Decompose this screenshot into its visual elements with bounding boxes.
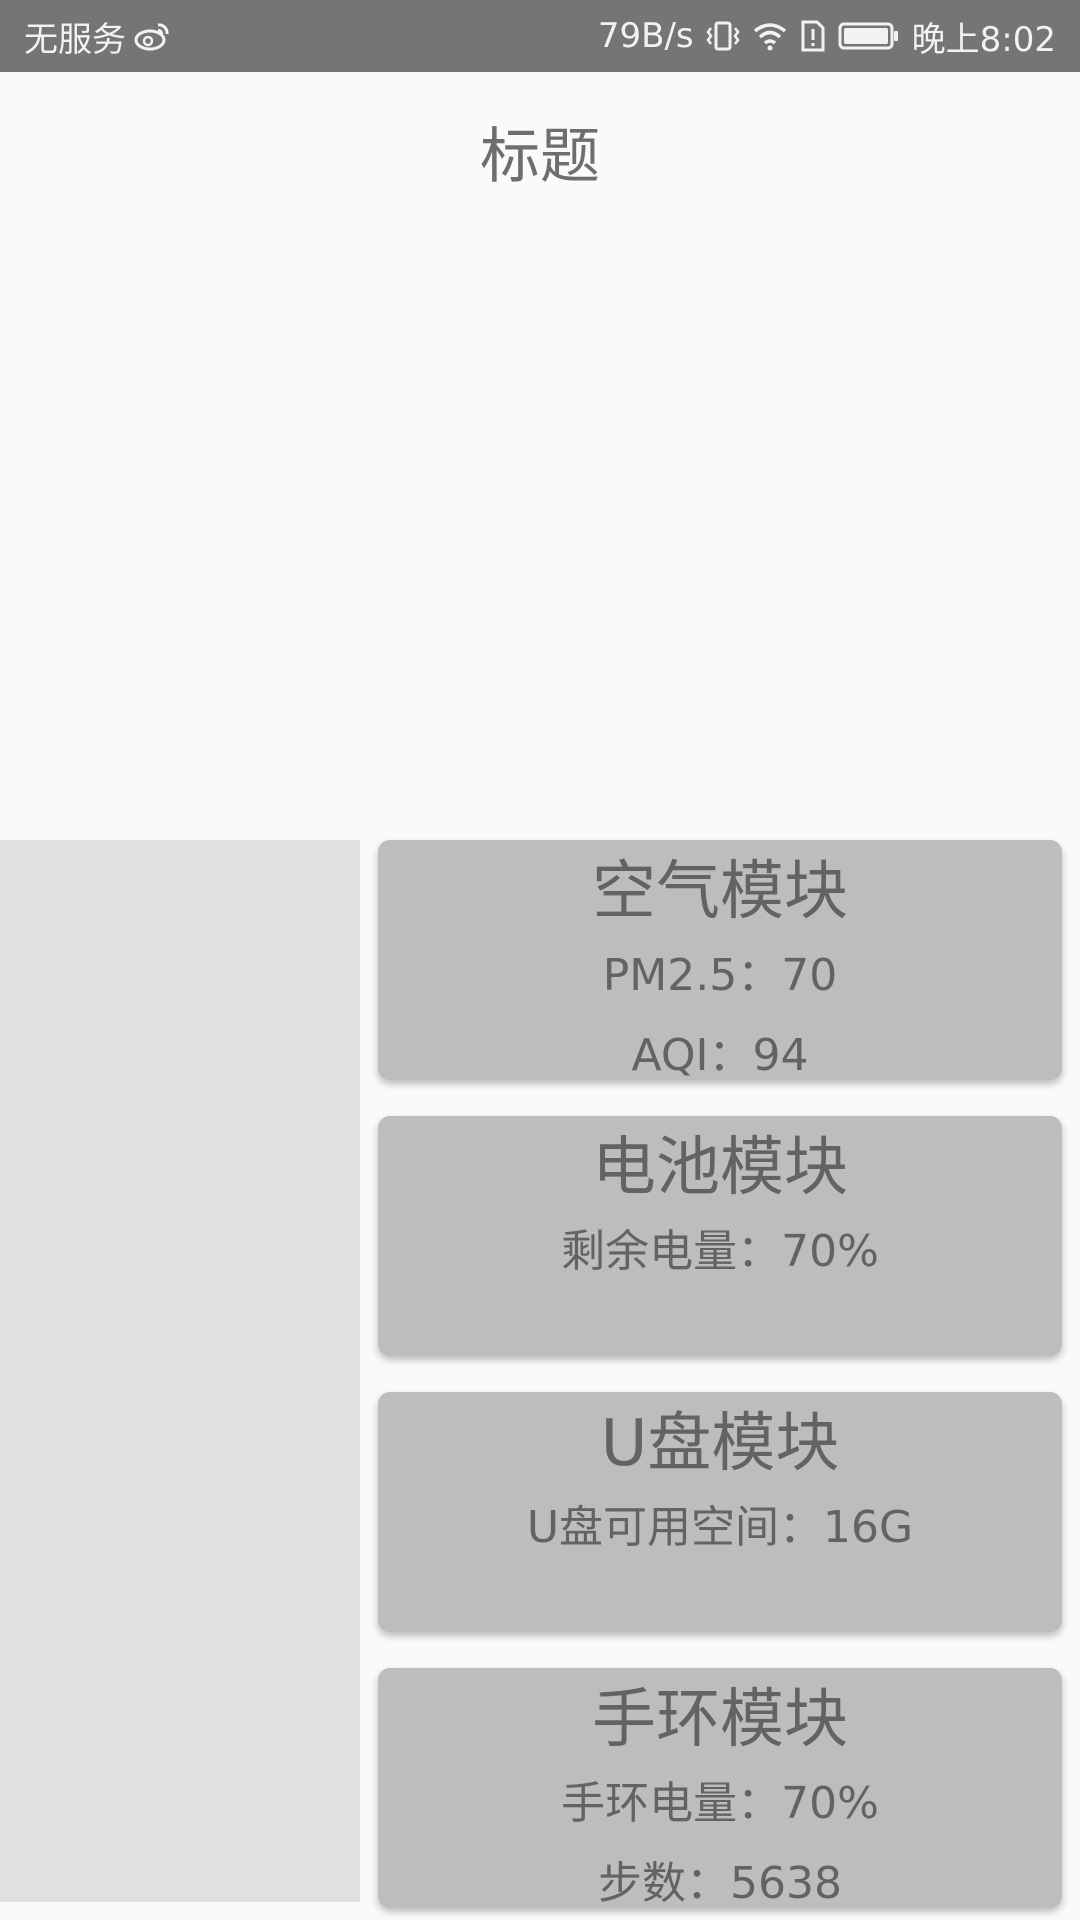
card-title: 手环模块 <box>592 1683 848 1757</box>
usb-free-space-value: U盘可用空间：16G <box>526 1502 914 1553</box>
carrier-text: 无服务 <box>24 19 126 60</box>
remaining-battery-value: 剩余电量：70% <box>561 1226 879 1277</box>
battery-icon <box>838 21 900 51</box>
card-title: 空气模块 <box>592 855 848 929</box>
usb-module-card[interactable]: U盘模块 U盘可用空间：16G <box>378 1392 1062 1632</box>
side-panel <box>0 840 360 1902</box>
air-module-card[interactable]: 空气模块 PM2.5：70 AQI：94 <box>378 840 1062 1080</box>
page-title: 标题 <box>480 122 600 192</box>
aqi-value: AQI：94 <box>631 1030 809 1080</box>
weibo-icon <box>134 21 170 51</box>
network-speed-text: 79B/s <box>597 16 694 56</box>
pm25-value: PM2.5：70 <box>602 950 838 1001</box>
status-bar: 无服务 79B/s 晚上8:02 <box>0 0 1080 72</box>
battery-module-card[interactable]: 电池模块 剩余电量：70% <box>378 1116 1062 1356</box>
sim-alert-icon <box>800 19 826 53</box>
band-module-card[interactable]: 手环模块 手环电量：70% 步数：5638 <box>378 1668 1062 1908</box>
wifi-icon <box>752 21 788 51</box>
band-battery-value: 手环电量：70% <box>561 1778 879 1829</box>
status-right: 79B/s 晚上8:02 <box>598 0 1056 72</box>
time-text: 晚上8:02 <box>911 19 1056 60</box>
status-left: 无服务 <box>24 0 170 72</box>
vibrate-icon <box>706 19 740 53</box>
card-title: U盘模块 <box>600 1407 840 1481</box>
card-title: 电池模块 <box>592 1131 848 1205</box>
step-count-value: 步数：5638 <box>598 1858 842 1908</box>
